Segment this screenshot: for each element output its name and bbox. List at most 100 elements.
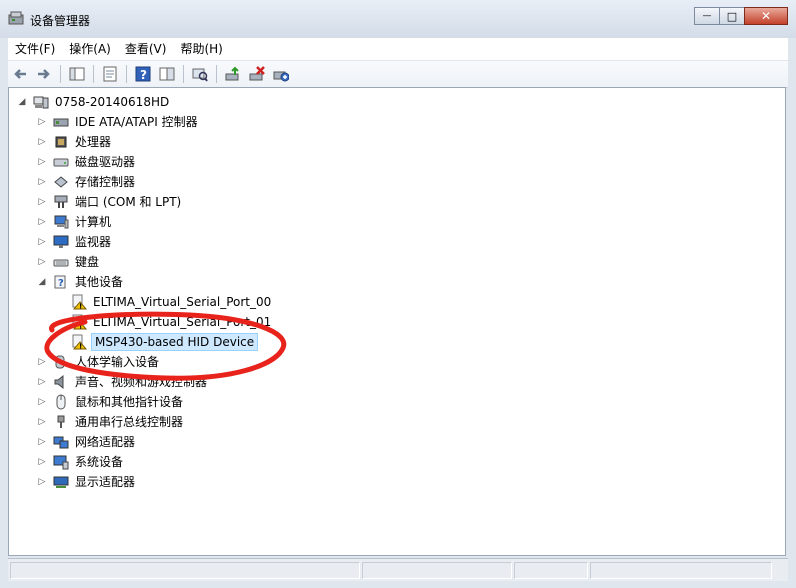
collapsed-arrow-icon[interactable]: ▷	[37, 457, 47, 467]
warning-device-icon: !	[71, 334, 88, 351]
tree-category[interactable]: ▷ 通用串行总线控制器	[37, 413, 185, 431]
tree-item-label: MSP430-based HID Device	[91, 333, 259, 351]
computer-icon	[53, 214, 69, 230]
display-adapter-icon	[53, 474, 69, 490]
device-tree[interactable]: ◢ 0758-20140618HD ▷ IDE ATA/ATAPI 控制器 ▷ 处理器 ▷ 磁…	[8, 87, 786, 556]
tree-category[interactable]: ▷ 存储控制器	[37, 173, 137, 191]
collapsed-arrow-icon[interactable]: ▷	[37, 397, 47, 407]
tree-category[interactable]: ▷ 声音、视频和游戏控制器	[37, 373, 209, 391]
sound-icon	[53, 374, 69, 390]
collapsed-arrow-icon[interactable]: ▷	[37, 477, 47, 487]
tree-device-item[interactable]: ! ELTIMA_Virtual_Serial_Port_00	[55, 293, 273, 311]
minimize-icon: —	[702, 11, 712, 21]
minimize-button[interactable]: —	[694, 7, 720, 25]
ide-controller-icon	[53, 114, 69, 130]
tree-item-label: 监视器	[75, 235, 112, 249]
tree-category[interactable]: ▷ IDE ATA/ATAPI 控制器	[37, 113, 200, 131]
tree-item-label: 系统设备	[75, 455, 124, 469]
tree-category[interactable]: ▷ 键盘	[37, 253, 101, 271]
tree-item-label: 声音、视频和游戏控制器	[75, 375, 208, 389]
console-window-icon[interactable]	[157, 64, 177, 84]
tree-root[interactable]: ◢ 0758-20140618HD	[17, 93, 171, 111]
back-icon[interactable]	[10, 64, 30, 84]
selected-device-item[interactable]: ! MSP430-based HID Device	[55, 333, 259, 351]
properties-icon[interactable]	[100, 64, 120, 84]
tree-category[interactable]: ▷ 系统设备	[37, 453, 125, 471]
expanded-arrow-icon[interactable]: ◢	[17, 97, 27, 107]
status-bar	[8, 558, 788, 581]
status-pane	[514, 562, 588, 579]
tree-category[interactable]: ▷ 监视器	[37, 233, 113, 251]
tree-item-label: 计算机	[75, 215, 112, 229]
update-driver-icon[interactable]	[223, 64, 243, 84]
status-pane	[362, 562, 512, 579]
other-devices-icon: ?	[53, 274, 69, 290]
collapsed-arrow-icon[interactable]: ▷	[37, 197, 47, 207]
uninstall-icon[interactable]	[247, 64, 267, 84]
collapsed-arrow-icon[interactable]: ▷	[37, 237, 47, 247]
help-icon[interactable]: ?	[133, 64, 153, 84]
tree-category[interactable]: ▷ 磁盘驱动器	[37, 153, 137, 171]
tree-item-label: ELTIMA_Virtual_Serial_Port_00	[93, 295, 272, 309]
tree-item-label: ELTIMA_Virtual_Serial_Port_01	[93, 315, 272, 329]
collapsed-arrow-icon[interactable]: ▷	[37, 417, 47, 427]
menu-bar: 文件(F) 操作(A) 查看(V) 帮助(H)	[8, 38, 788, 60]
disk-drive-icon	[53, 154, 69, 170]
close-button[interactable]: ✕	[744, 7, 788, 25]
tree-category[interactable]: ▷ 鼠标和其他指针设备	[37, 393, 185, 411]
collapsed-arrow-icon[interactable]: ▷	[37, 137, 47, 147]
no-expander	[55, 317, 65, 327]
disable-device-icon[interactable]	[271, 64, 291, 84]
close-icon: ✕	[760, 9, 772, 23]
warning-device-icon: !	[71, 314, 88, 331]
collapsed-arrow-icon[interactable]: ▷	[37, 257, 47, 267]
menu-file[interactable]: 文件(F)	[8, 39, 62, 59]
forward-icon[interactable]	[34, 64, 54, 84]
svg-text:!: !	[79, 303, 82, 311]
collapsed-arrow-icon[interactable]: ▷	[37, 177, 47, 187]
keyboard-icon	[53, 254, 69, 270]
maximize-button[interactable]: □	[719, 7, 745, 25]
status-pane	[590, 562, 772, 579]
collapsed-arrow-icon[interactable]: ▷	[37, 377, 47, 387]
collapsed-arrow-icon[interactable]: ▷	[37, 357, 47, 367]
status-pane	[10, 562, 360, 579]
title-bar: 设备管理器 — □ ✕	[0, 0, 796, 38]
root-computer-icon	[33, 94, 49, 110]
collapsed-arrow-icon[interactable]: ▷	[37, 217, 47, 227]
tree-category[interactable]: ◢? 其他设备	[37, 273, 125, 291]
scan-hardware-icon[interactable]	[190, 64, 210, 84]
menu-view[interactable]: 查看(V)	[118, 39, 174, 59]
tree-item-label: 人体学输入设备	[75, 355, 160, 369]
tree-item-label: 通用串行总线控制器	[75, 415, 184, 429]
menu-action[interactable]: 操作(A)	[62, 39, 118, 59]
menu-help[interactable]: 帮助(H)	[173, 39, 229, 59]
tree-category[interactable]: ▷ 处理器	[37, 133, 113, 151]
tree-item-label: IDE ATA/ATAPI 控制器	[75, 115, 198, 129]
svg-text:?: ?	[140, 68, 147, 82]
tree-device-item[interactable]: ! ELTIMA_Virtual_Serial_Port_01	[55, 313, 273, 331]
port-icon	[53, 194, 69, 210]
hid-icon	[53, 354, 69, 370]
tree-item-label: 键盘	[75, 255, 100, 269]
toolbar-separator	[126, 65, 127, 83]
tree-category[interactable]: ▷ 人体学输入设备	[37, 353, 161, 371]
maximize-icon: □	[726, 9, 738, 23]
svg-text:?: ?	[58, 278, 64, 289]
expanded-arrow-icon[interactable]: ◢	[37, 277, 47, 287]
tree-category[interactable]: ▷ 端口 (COM 和 LPT)	[37, 193, 183, 211]
tree-category[interactable]: ▷ 网络适配器	[37, 433, 137, 451]
no-expander	[55, 297, 65, 307]
collapsed-arrow-icon[interactable]: ▷	[37, 117, 47, 127]
tree-category[interactable]: ▷ 计算机	[37, 213, 113, 231]
collapsed-arrow-icon[interactable]: ▷	[37, 157, 47, 167]
no-expander	[55, 337, 65, 347]
tree-category[interactable]: ▷ 显示适配器	[37, 473, 137, 491]
toolbar-separator	[60, 65, 61, 83]
tree-item-label: 0758-20140618HD	[55, 95, 170, 109]
collapsed-arrow-icon[interactable]: ▷	[37, 437, 47, 447]
toolbar-separator	[93, 65, 94, 83]
show-hide-console-tree-icon[interactable]	[67, 64, 87, 84]
window-title: 设备管理器	[30, 14, 91, 28]
toolbar-separator	[183, 65, 184, 83]
